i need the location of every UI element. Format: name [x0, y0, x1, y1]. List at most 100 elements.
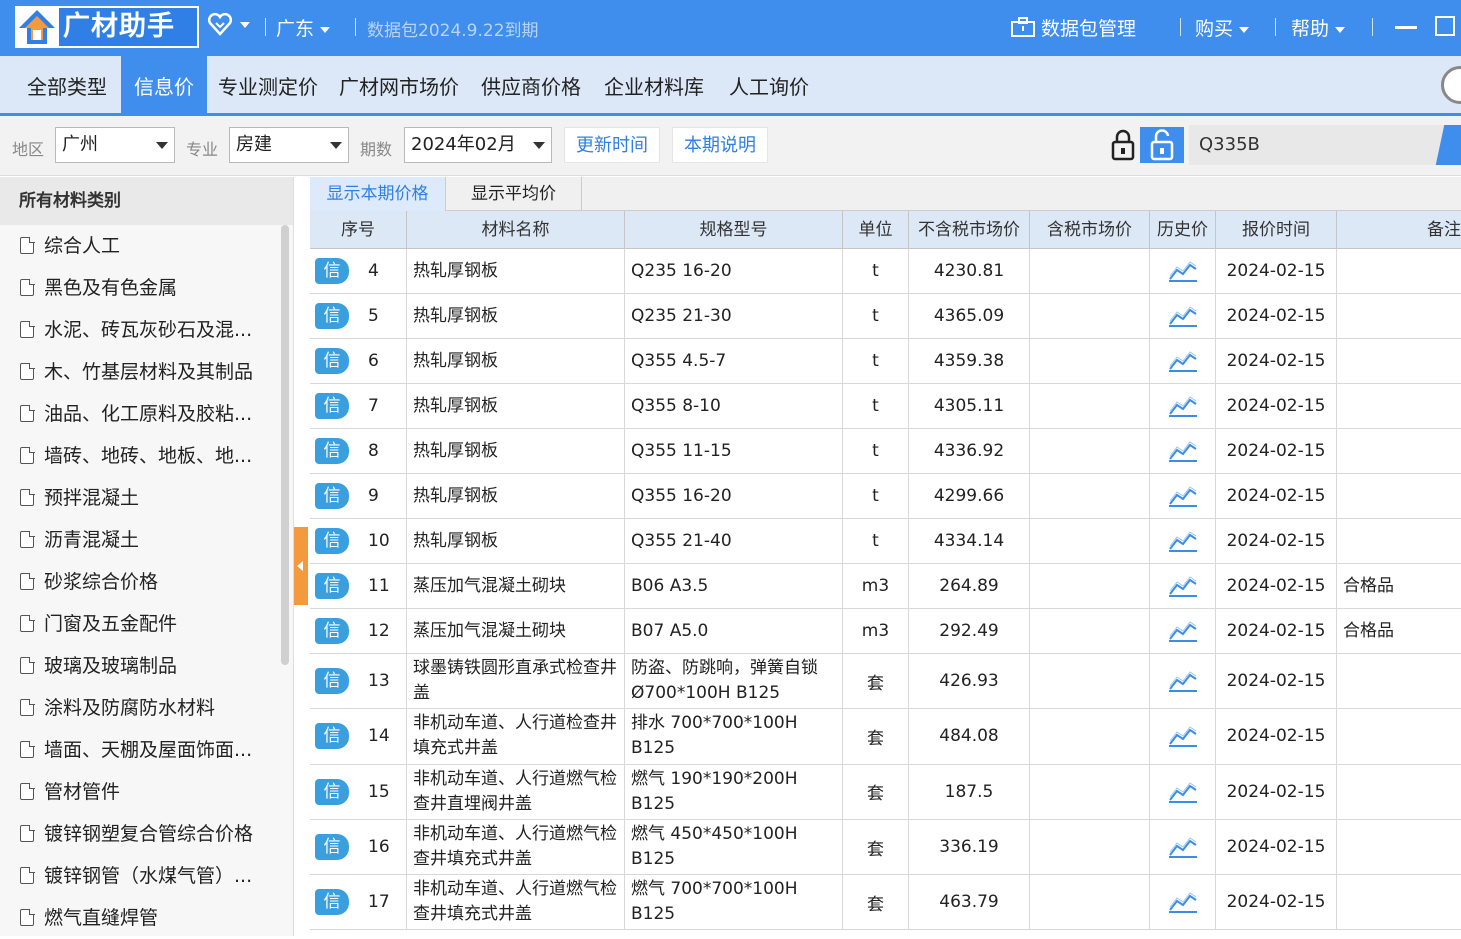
table-row[interactable]: 信 9 热轧厚钢板 Q355 16-20 t 4299.66 2024-02-15 — [310, 474, 1461, 519]
sidebar-item[interactable]: 燃气直缝焊管 — [0, 897, 278, 939]
table-row[interactable]: 信 17 非机动车道、人行道燃气检查井填充式井盖 燃气 700*700*100H B1… — [310, 875, 1461, 931]
col-history-cell[interactable] — [1150, 819, 1216, 875]
search-input[interactable]: Q335B — [1189, 125, 1461, 165]
sidebar-item-label: 木、竹基层材料及其制品 — [44, 361, 254, 383]
col-history-cell[interactable] — [1150, 564, 1216, 608]
col-history-cell[interactable] — [1150, 654, 1216, 709]
sidebar-item[interactable]: 门窗及五金配件 — [0, 603, 278, 645]
col-history-cell[interactable] — [1150, 339, 1216, 383]
region-select[interactable]: 广州 — [55, 127, 175, 163]
col-history-cell[interactable] — [1150, 429, 1216, 473]
tab-enterprise-library[interactable]: 企业材料库 — [604, 56, 704, 113]
refresh-icon[interactable] — [1441, 66, 1461, 104]
tab-info-price[interactable]: 信息价 — [121, 56, 207, 113]
table-row[interactable]: 信 4 热轧厚钢板 Q235 16-20 t 4230.81 2024-02-15 — [310, 249, 1461, 294]
tab-all-types[interactable]: 全部类型 — [20, 56, 120, 113]
sidebar-item[interactable]: 涂料及防腐防水材料 — [0, 687, 278, 729]
table-row[interactable]: 信 13 球墨铸铁圆形直承式检查井盖 防盗、防跳响，弹簧自锁 Ø700*100H B1… — [310, 654, 1461, 710]
header-col-date[interactable]: 报价时间 — [1216, 211, 1337, 249]
tab-market-price[interactable]: 广材网市场价 — [339, 56, 459, 113]
sidebar-item[interactable]: 木、竹基层材料及其制品 — [0, 351, 278, 393]
sidebar-item[interactable]: 墙面、天棚及屋面饰面... — [0, 729, 278, 771]
help-menu[interactable]: 帮助 — [1291, 14, 1346, 41]
maximize-button[interactable] — [1435, 16, 1455, 36]
history-chart-icon[interactable] — [1168, 439, 1198, 463]
sidebar-item[interactable]: 综合人工 — [0, 225, 278, 267]
header-col-name[interactable]: 材料名称 — [407, 211, 625, 249]
sidebar-item[interactable]: 玻璃及玻璃制品 — [0, 645, 278, 687]
header-col-price[interactable]: 不含税市场价 — [909, 211, 1030, 249]
sidebar-item[interactable]: 墙砖、地砖、地板、地... — [0, 435, 278, 477]
favorite-dropdown[interactable] — [240, 13, 250, 35]
table-row[interactable]: 信 11 蒸压加气混凝土砌块 B06 A3.5 m3 264.89 2024-02-15 合格… — [310, 564, 1461, 609]
col-history-cell[interactable] — [1150, 764, 1216, 819]
sidebar-item[interactable]: 镀锌钢塑复合管综合价格 — [0, 813, 278, 855]
history-chart-icon[interactable] — [1168, 349, 1198, 373]
sidebar-item[interactable]: 砂浆综合价格 — [0, 561, 278, 603]
header-col-spec[interactable]: 规格型号 — [625, 211, 843, 249]
period-select[interactable]: 2024年02月 — [404, 127, 552, 163]
table-row[interactable]: 信 16 非机动车道、人行道燃气检查井填充式井盖 燃气 450*450*100H B1… — [310, 819, 1461, 876]
tab-average-price[interactable]: 显示平均价 — [446, 177, 582, 211]
package-manage-button[interactable]: 数据包管理 — [1011, 14, 1136, 41]
history-chart-icon[interactable] — [1168, 529, 1198, 553]
favorite-icon[interactable] — [207, 12, 233, 41]
history-chart-icon[interactable] — [1168, 724, 1198, 748]
header-col-no[interactable]: 序号 — [310, 211, 407, 249]
sidebar-item[interactable]: 水泥、砖瓦灰砂石及混... — [0, 309, 278, 351]
col-history-cell[interactable] — [1150, 384, 1216, 428]
history-chart-icon[interactable] — [1168, 574, 1198, 598]
table-row[interactable]: 信 7 热轧厚钢板 Q355 8-10 t 4305.11 2024-02-15 — [310, 384, 1461, 429]
col-note-cell: 合格品 — [1343, 575, 1394, 596]
col-history-cell[interactable] — [1150, 609, 1216, 653]
history-chart-icon[interactable] — [1168, 304, 1198, 328]
col-history-cell[interactable] — [1150, 519, 1216, 563]
tab-manual-inquiry[interactable]: 人工询价 — [729, 56, 809, 113]
col-unit-cell: t — [843, 294, 909, 338]
sidebar-item[interactable]: 油品、化工原料及胶粘... — [0, 393, 278, 435]
table-row[interactable]: 信 8 热轧厚钢板 Q355 11-15 t 4336.92 2024-02-15 — [310, 429, 1461, 474]
history-chart-icon[interactable] — [1168, 394, 1198, 418]
header-col-history[interactable]: 历史价 — [1150, 211, 1216, 249]
major-select[interactable]: 房建 — [229, 127, 349, 163]
period-note-button[interactable]: 本期说明 — [672, 127, 768, 163]
col-history-cell[interactable] — [1150, 249, 1216, 293]
table-row[interactable]: 信 12 蒸压加气混凝土砌块 B07 A5.0 m3 292.49 2024-02-15 合格… — [310, 609, 1461, 654]
table-row[interactable]: 信 10 热轧厚钢板 Q355 21-40 t 4334.14 2024-02-15 — [310, 519, 1461, 564]
update-time-button[interactable]: 更新时间 — [564, 127, 660, 163]
history-chart-icon[interactable] — [1168, 890, 1198, 914]
header-col-unit[interactable]: 单位 — [843, 211, 909, 249]
history-chart-icon[interactable] — [1168, 619, 1198, 643]
buy-menu[interactable]: 购买 — [1195, 14, 1250, 41]
col-history-cell[interactable] — [1150, 474, 1216, 518]
sidebar-item[interactable]: 镀锌钢管（水煤气管）... — [0, 855, 278, 897]
sidebar-item[interactable]: 沥青混凝土 — [0, 519, 278, 561]
col-history-cell[interactable] — [1150, 294, 1216, 338]
table-row[interactable]: 信 14 非机动车道、人行道检查井填充式井盖 排水 700*700*100H B125… — [310, 709, 1461, 765]
history-chart-icon[interactable] — [1168, 484, 1198, 508]
sidebar-item[interactable]: 管材管件 — [0, 771, 278, 813]
col-history-cell[interactable] — [1150, 709, 1216, 764]
col-history-cell[interactable] — [1150, 875, 1216, 930]
table-row[interactable]: 信 15 非机动车道、人行道燃气检查井直埋阀井盖 燃气 190*190*200H B1… — [310, 764, 1461, 820]
sidebar-item[interactable]: 黑色及有色金属 — [0, 267, 278, 309]
sidebar-collapse-handle[interactable] — [294, 527, 308, 605]
sidebar-scrollbar[interactable] — [281, 225, 289, 665]
history-chart-icon[interactable] — [1168, 780, 1198, 804]
tab-professional-price[interactable]: 专业测定价 — [218, 56, 318, 113]
history-chart-icon[interactable] — [1168, 669, 1198, 693]
lock-icon[interactable] — [1106, 127, 1140, 163]
sidebar-item[interactable]: 预拌混凝土 — [0, 477, 278, 519]
header-col-note[interactable]: 备注 — [1337, 211, 1461, 249]
minimize-button[interactable] — [1395, 26, 1417, 29]
unlock-icon[interactable] — [1140, 127, 1184, 163]
table-row[interactable]: 信 5 热轧厚钢板 Q235 21-30 t 4365.09 2024-02-15 — [310, 294, 1461, 339]
tab-supplier-price[interactable]: 供应商价格 — [481, 56, 581, 113]
history-chart-icon[interactable] — [1168, 259, 1198, 283]
history-chart-icon[interactable] — [1168, 835, 1198, 859]
header-col-tax-price[interactable]: 含税市场价 — [1030, 211, 1150, 249]
region-selector[interactable]: 广东 — [276, 14, 331, 41]
col-name-cell: 非机动车道、人行道燃气检查井填充式井盖 — [407, 819, 625, 875]
tab-current-price[interactable]: 显示本期价格 — [310, 177, 446, 211]
table-row[interactable]: 信 6 热轧厚钢板 Q355 4.5-7 t 4359.38 2024-02-15 — [310, 339, 1461, 384]
